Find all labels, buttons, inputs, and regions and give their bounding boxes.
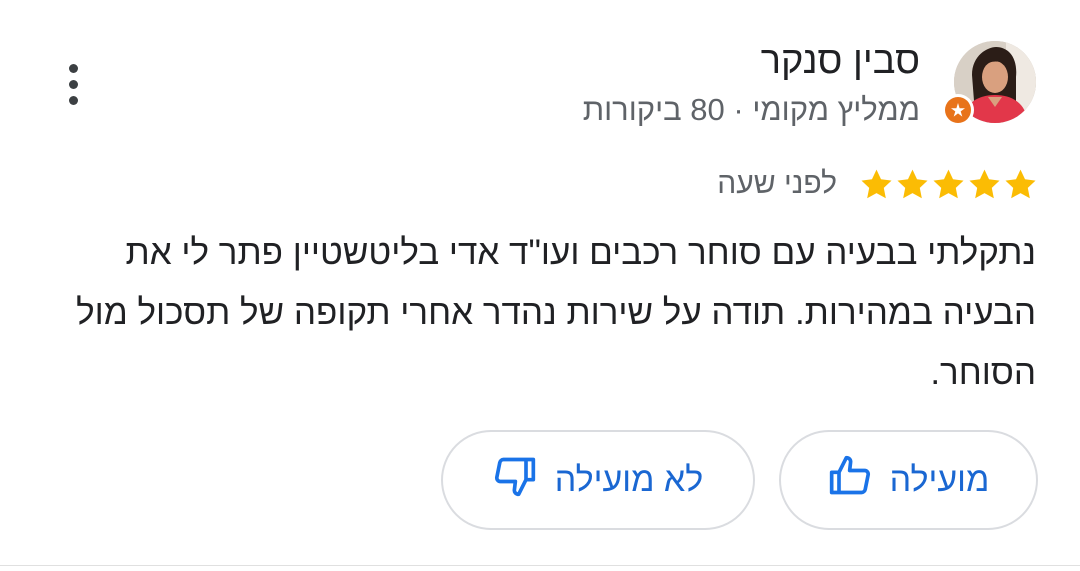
not-helpful-label: לא מועילה (554, 460, 704, 499)
star-rating (859, 167, 1038, 202)
reviewer-name[interactable]: סבין סנקר (761, 38, 920, 84)
local-guide-badge (942, 94, 974, 126)
reviewer-meta: ממליץ מקומי · 80 ביקורות (582, 92, 920, 127)
star-icon (1005, 169, 1036, 198)
divider (0, 565, 1080, 566)
star-icon (933, 169, 964, 198)
thumb-down-icon (493, 454, 537, 507)
star-icon (969, 169, 1000, 198)
more-vert-icon (68, 63, 78, 73)
more-options-button[interactable] (52, 58, 94, 110)
helpful-label: מועילה (889, 460, 990, 499)
star-icon (897, 169, 928, 198)
not-helpful-button[interactable]: לא מועילה (441, 430, 755, 530)
review-text: נתקלתי בבעיה עם סוחר רכבים ועו"ד אדי בלי… (76, 233, 1036, 392)
local-guide-star-icon (945, 97, 971, 123)
review-time: לפני שעה (717, 167, 837, 200)
thumb-up-icon (828, 454, 872, 507)
rating-row: לפני שעה (717, 161, 1038, 207)
helpful-button[interactable]: מועילה (779, 430, 1038, 530)
review-card: סבין סנקר ממליץ מקומי · 80 ביקורות לפני … (0, 0, 1080, 571)
star-icon (861, 169, 892, 198)
